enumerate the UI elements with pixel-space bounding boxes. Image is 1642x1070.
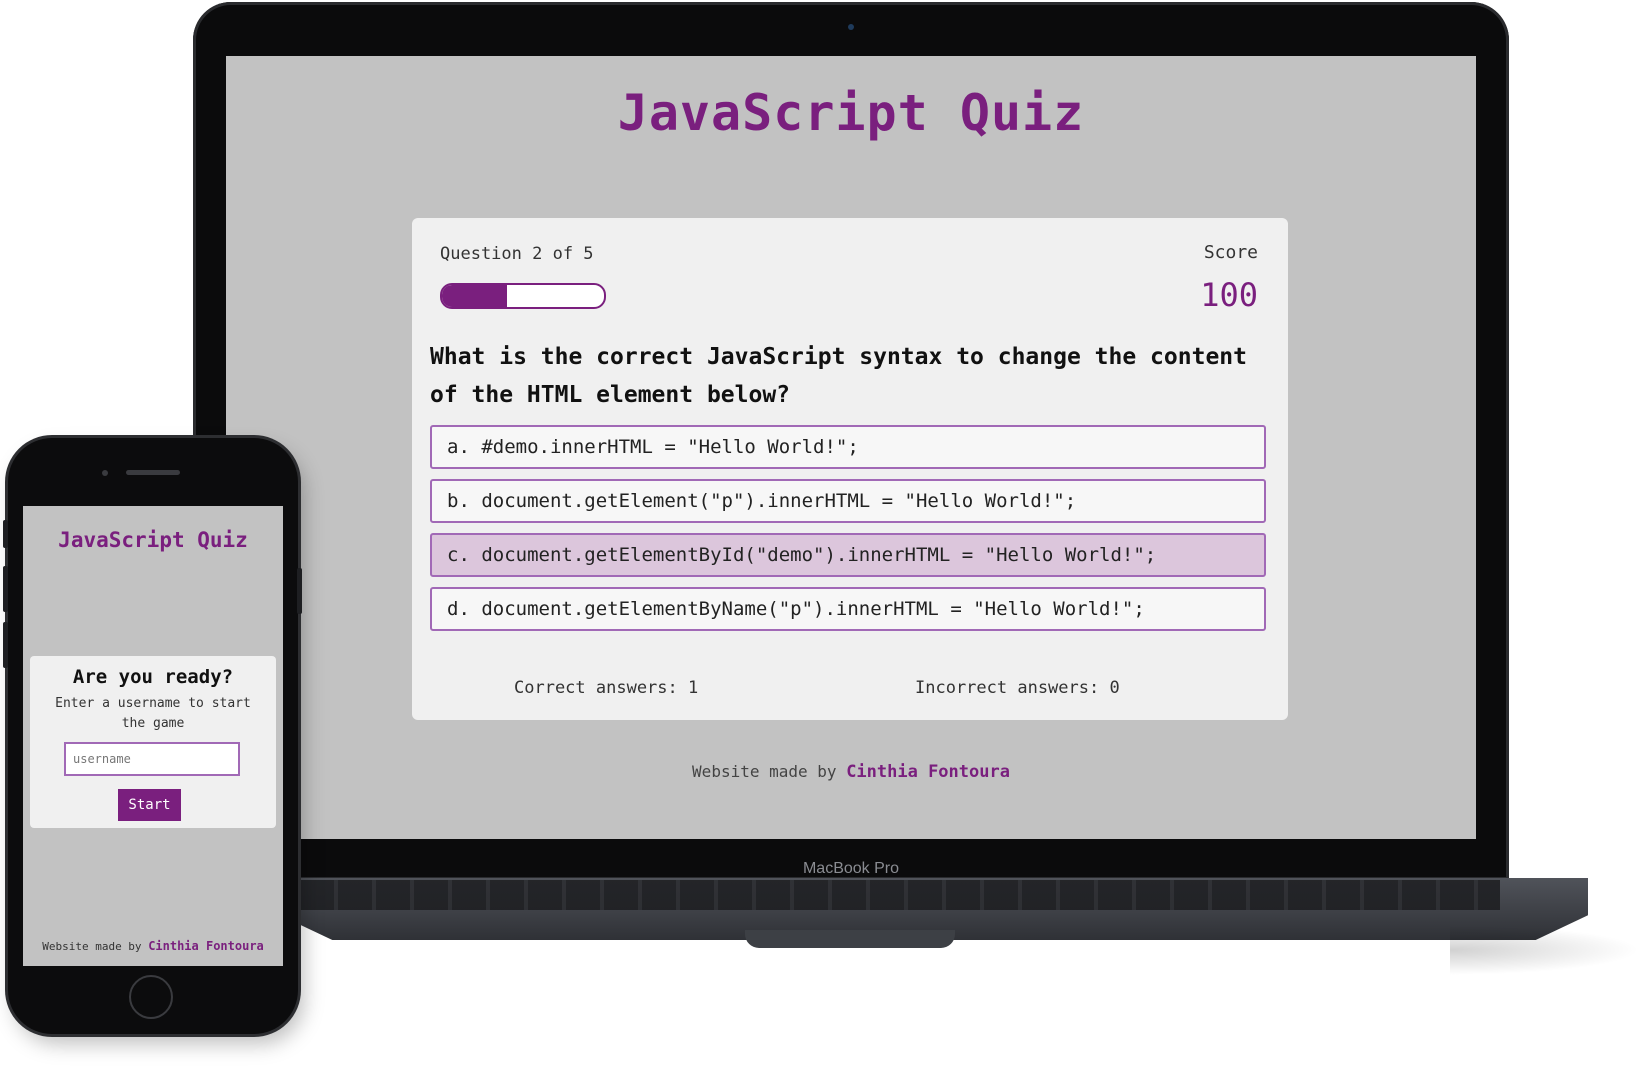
ready-hint: Enter a username to start the game [55,696,251,731]
laptop-camera [848,24,854,30]
correct-answers-count: Correct answers: 1 [514,678,699,698]
mobile-footer-credit: Website made by Cinthia Fontoura [23,939,283,953]
start-card: Are you ready? Enter a username to start… [30,656,276,828]
choice-b[interactable]: b. document.getElement("p").innerHTML = … [430,479,1266,523]
username-input[interactable] [64,742,240,776]
phone-camera [102,470,108,476]
phone-side-button [3,520,8,548]
laptop-keyboard [300,880,1500,910]
page-title: JavaScript Quiz [617,84,1085,142]
progress-bar [440,283,606,309]
choice-c[interactable]: c. document.getElementById("demo").inner… [430,533,1266,577]
laptop-notch [745,930,955,948]
start-button[interactable]: Start [118,789,181,821]
phone-home-button [129,975,173,1019]
choice-d[interactable]: d. document.getElementByName("p").innerH… [430,587,1266,631]
mobile-screen: JavaScript Quiz Are you ready? Enter a u… [23,506,283,966]
question-progress-text: Question 2 of 5 [440,244,594,264]
desktop-screen: JavaScript Quiz Question 2 of 5 Score 10… [226,56,1476,839]
footer-prefix: Website made by [692,762,837,781]
mobile-page-title: JavaScript Quiz [58,528,248,552]
laptop-shadow [1450,925,1640,975]
score-value: 100 [1200,276,1258,314]
footer-credit: Website made by Cinthia Fontoura [226,762,1476,782]
mobile-footer-author-link[interactable]: Cinthia Fontoura [148,939,264,953]
ready-heading: Are you ready? [72,666,234,688]
score-label: Score [1203,242,1258,263]
progress-fill [442,285,507,307]
phone-volume-down-button [3,622,8,668]
choice-a[interactable]: a. #demo.innerHTML = "Hello World!"; [430,425,1266,469]
phone-volume-up-button [3,566,8,612]
quiz-card: Question 2 of 5 Score 100 What is the co… [412,218,1288,720]
mobile-footer-prefix: Website made by [42,940,142,953]
incorrect-answers-count: Incorrect answers: 0 [915,678,1120,698]
footer-author-link[interactable]: Cinthia Fontoura [846,762,1010,782]
phone-speaker [126,470,180,475]
phone-power-button [297,568,302,614]
question-text: What is the correct JavaScript syntax to… [430,344,1247,408]
